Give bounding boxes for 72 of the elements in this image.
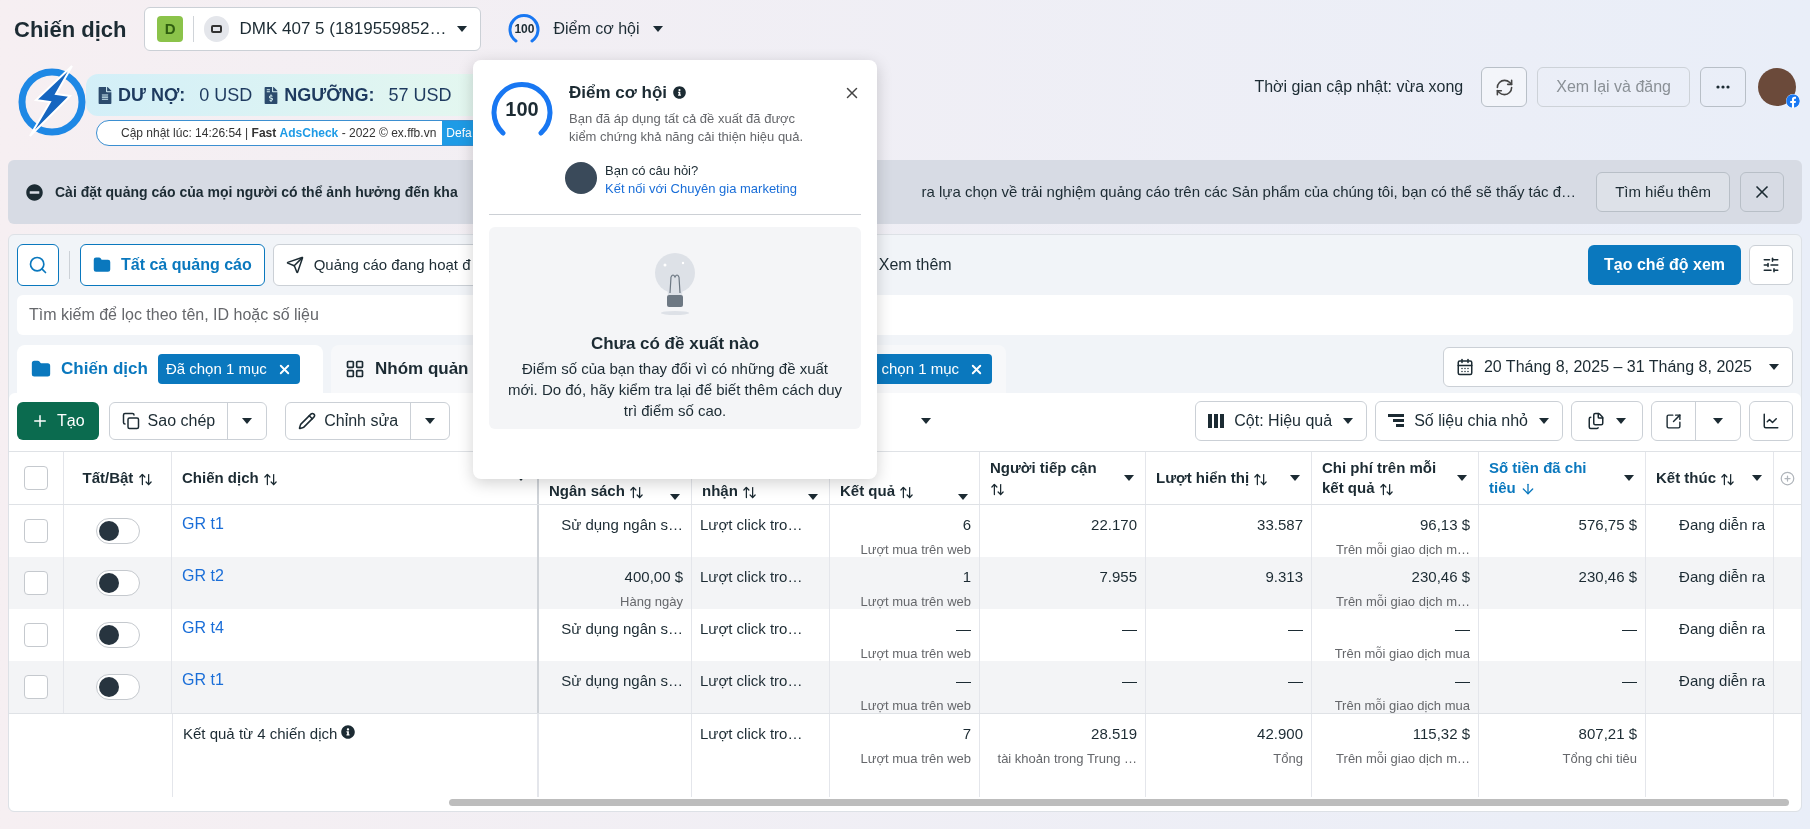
threshold-value: 57 USD (388, 83, 452, 107)
table-cell-text: — (955, 619, 971, 639)
table-cell-text: 115,32 $ (1411, 724, 1470, 744)
cell-subtext: Tổng chi tiêu (1561, 749, 1637, 768)
table-cell-text: Sử dụng ngân s… (560, 515, 683, 535)
tag-label: Defa (442, 121, 476, 145)
table-cell-text: 576,75 $ (1577, 515, 1637, 535)
cell-subtext: Lượt mua trên web (859, 540, 971, 559)
table-cell-text: — (955, 671, 971, 691)
table-cell-text: — (1287, 619, 1303, 639)
table-cell-text: 33.587 (1256, 515, 1303, 535)
table-cell-text: — (1454, 671, 1470, 691)
table-cell-text: 22.170 (1090, 515, 1137, 535)
table-cell-text: 42.900 (1256, 724, 1303, 744)
popover-description: Bạn đã áp dụng tất cả đề xuất đã được kiểm chứng khả năng cải thiện hiệu quả. (569, 109, 805, 146)
score-gauge: 100 (489, 76, 555, 142)
table-cell-text: Đang diễn ra (1678, 515, 1765, 535)
table-cell-text: Sử dụng ngân s… (560, 671, 683, 691)
table-cell-text: 96,13 $ (1418, 515, 1470, 535)
cell-subtext: tài khoản trong Trung … (996, 749, 1137, 768)
update-info-text: Cập nhật lúc: 14:26:54 | Fast AdsCheck - 2022 © ex.ffb.vn (121, 125, 437, 142)
cell-subtext: Trên mỗi giao dịch m… (1335, 592, 1470, 611)
debt-label: DƯ NỢ: (118, 83, 186, 107)
cell-subtext: Lượt mua trên web (859, 696, 971, 715)
table-cell-text: — (1621, 619, 1637, 639)
table-cell-text: 230,46 $ (1577, 567, 1637, 587)
summary-label: Kết quả từ 4 chiến dịch (183, 724, 338, 744)
debt-value: 0 USD (199, 83, 253, 107)
table-cell-text: — (1621, 671, 1637, 691)
score-gauge: 100 (507, 12, 542, 46)
selection-badge: Đã chọn 1 mục (157, 354, 300, 384)
table-cell-text: 807,21 $ (1577, 724, 1637, 744)
cell-subtext: Trên mỗi giao dịch m… (1335, 749, 1470, 768)
cell-subtext: Trên mỗi giao dịch mua (1333, 696, 1470, 715)
empty-description: Điểm số của bạn thay đổi vì có những đề xuất mới. Do đó, hãy kiểm tra lại để biết thêm cách duy trì điểm số cao. (506, 359, 844, 421)
table-cell-text: Lượt click tro… (700, 567, 804, 587)
table-cell-text: Đang diễn ra (1678, 619, 1765, 639)
cell-subtext: Trên mỗi giao dịch mua (1333, 644, 1470, 663)
cell-subtext: Lượt mua trên web (859, 592, 971, 611)
table-cell-text: 28.519 (1090, 724, 1137, 744)
table-cell-text: 400,00 $ (623, 567, 683, 587)
table-cell-text: Lượt click tro… (700, 515, 804, 535)
threshold-label: NGƯỠNG: (284, 83, 375, 107)
table-cell-text: Sử dụng ngân s… (560, 619, 683, 639)
table-cell-text: 7 (961, 724, 971, 744)
table-cell-text: Lượt click tro… (700, 724, 804, 744)
cell-subtext: Hàng ngày (619, 592, 683, 611)
table-cell-text: — (1121, 619, 1137, 639)
notice-text: Cài đặt quảng cáo của mọi người có thể ảnh hưởng đến kha (55, 182, 458, 202)
account-initial: D (157, 16, 183, 42)
table-cell-text: — (1454, 619, 1470, 639)
update-status: Thời gian cập nhật: vừa xong (1254, 77, 1464, 97)
question-text: Bạn có câu hỏi? (605, 161, 700, 180)
table-cell-text: 6 (961, 515, 971, 535)
cell-subtext: Lượt mua trên web (859, 749, 971, 768)
table-cell-text: — (1287, 671, 1303, 691)
empty-title: Chưa có đề xuất nào (590, 332, 760, 355)
table-cell-text: 9.313 (1264, 567, 1303, 587)
table-cell-text: 1 (961, 567, 971, 587)
popover-title: Điểm cơ hội (569, 82, 668, 104)
table-cell-text: Lượt click tro… (700, 619, 804, 639)
cell-subtext: Trên mỗi giao dịch m… (1335, 540, 1470, 559)
table-cell-text: Đang diễn ra (1678, 671, 1765, 691)
cell-subtext: Tổng (1272, 749, 1303, 768)
table-cell-text: 7.955 (1098, 567, 1137, 587)
table-cell-text: Lượt click tro… (700, 671, 804, 691)
cell-subtext: Lượt mua trên web (859, 644, 971, 663)
table-cell-text: — (1121, 671, 1137, 691)
page-title: Chiến dịch (14, 15, 127, 44)
table-cell-text: Đang diễn ra (1678, 567, 1765, 587)
table-cell-text: 230,46 $ (1410, 567, 1470, 587)
notice-text: ra lựa chọn về trải nghiệm quảng cáo trên các Sản phẩm của chúng tôi, bạn có thể sẽ thấy tác đ… (921, 181, 1577, 202)
